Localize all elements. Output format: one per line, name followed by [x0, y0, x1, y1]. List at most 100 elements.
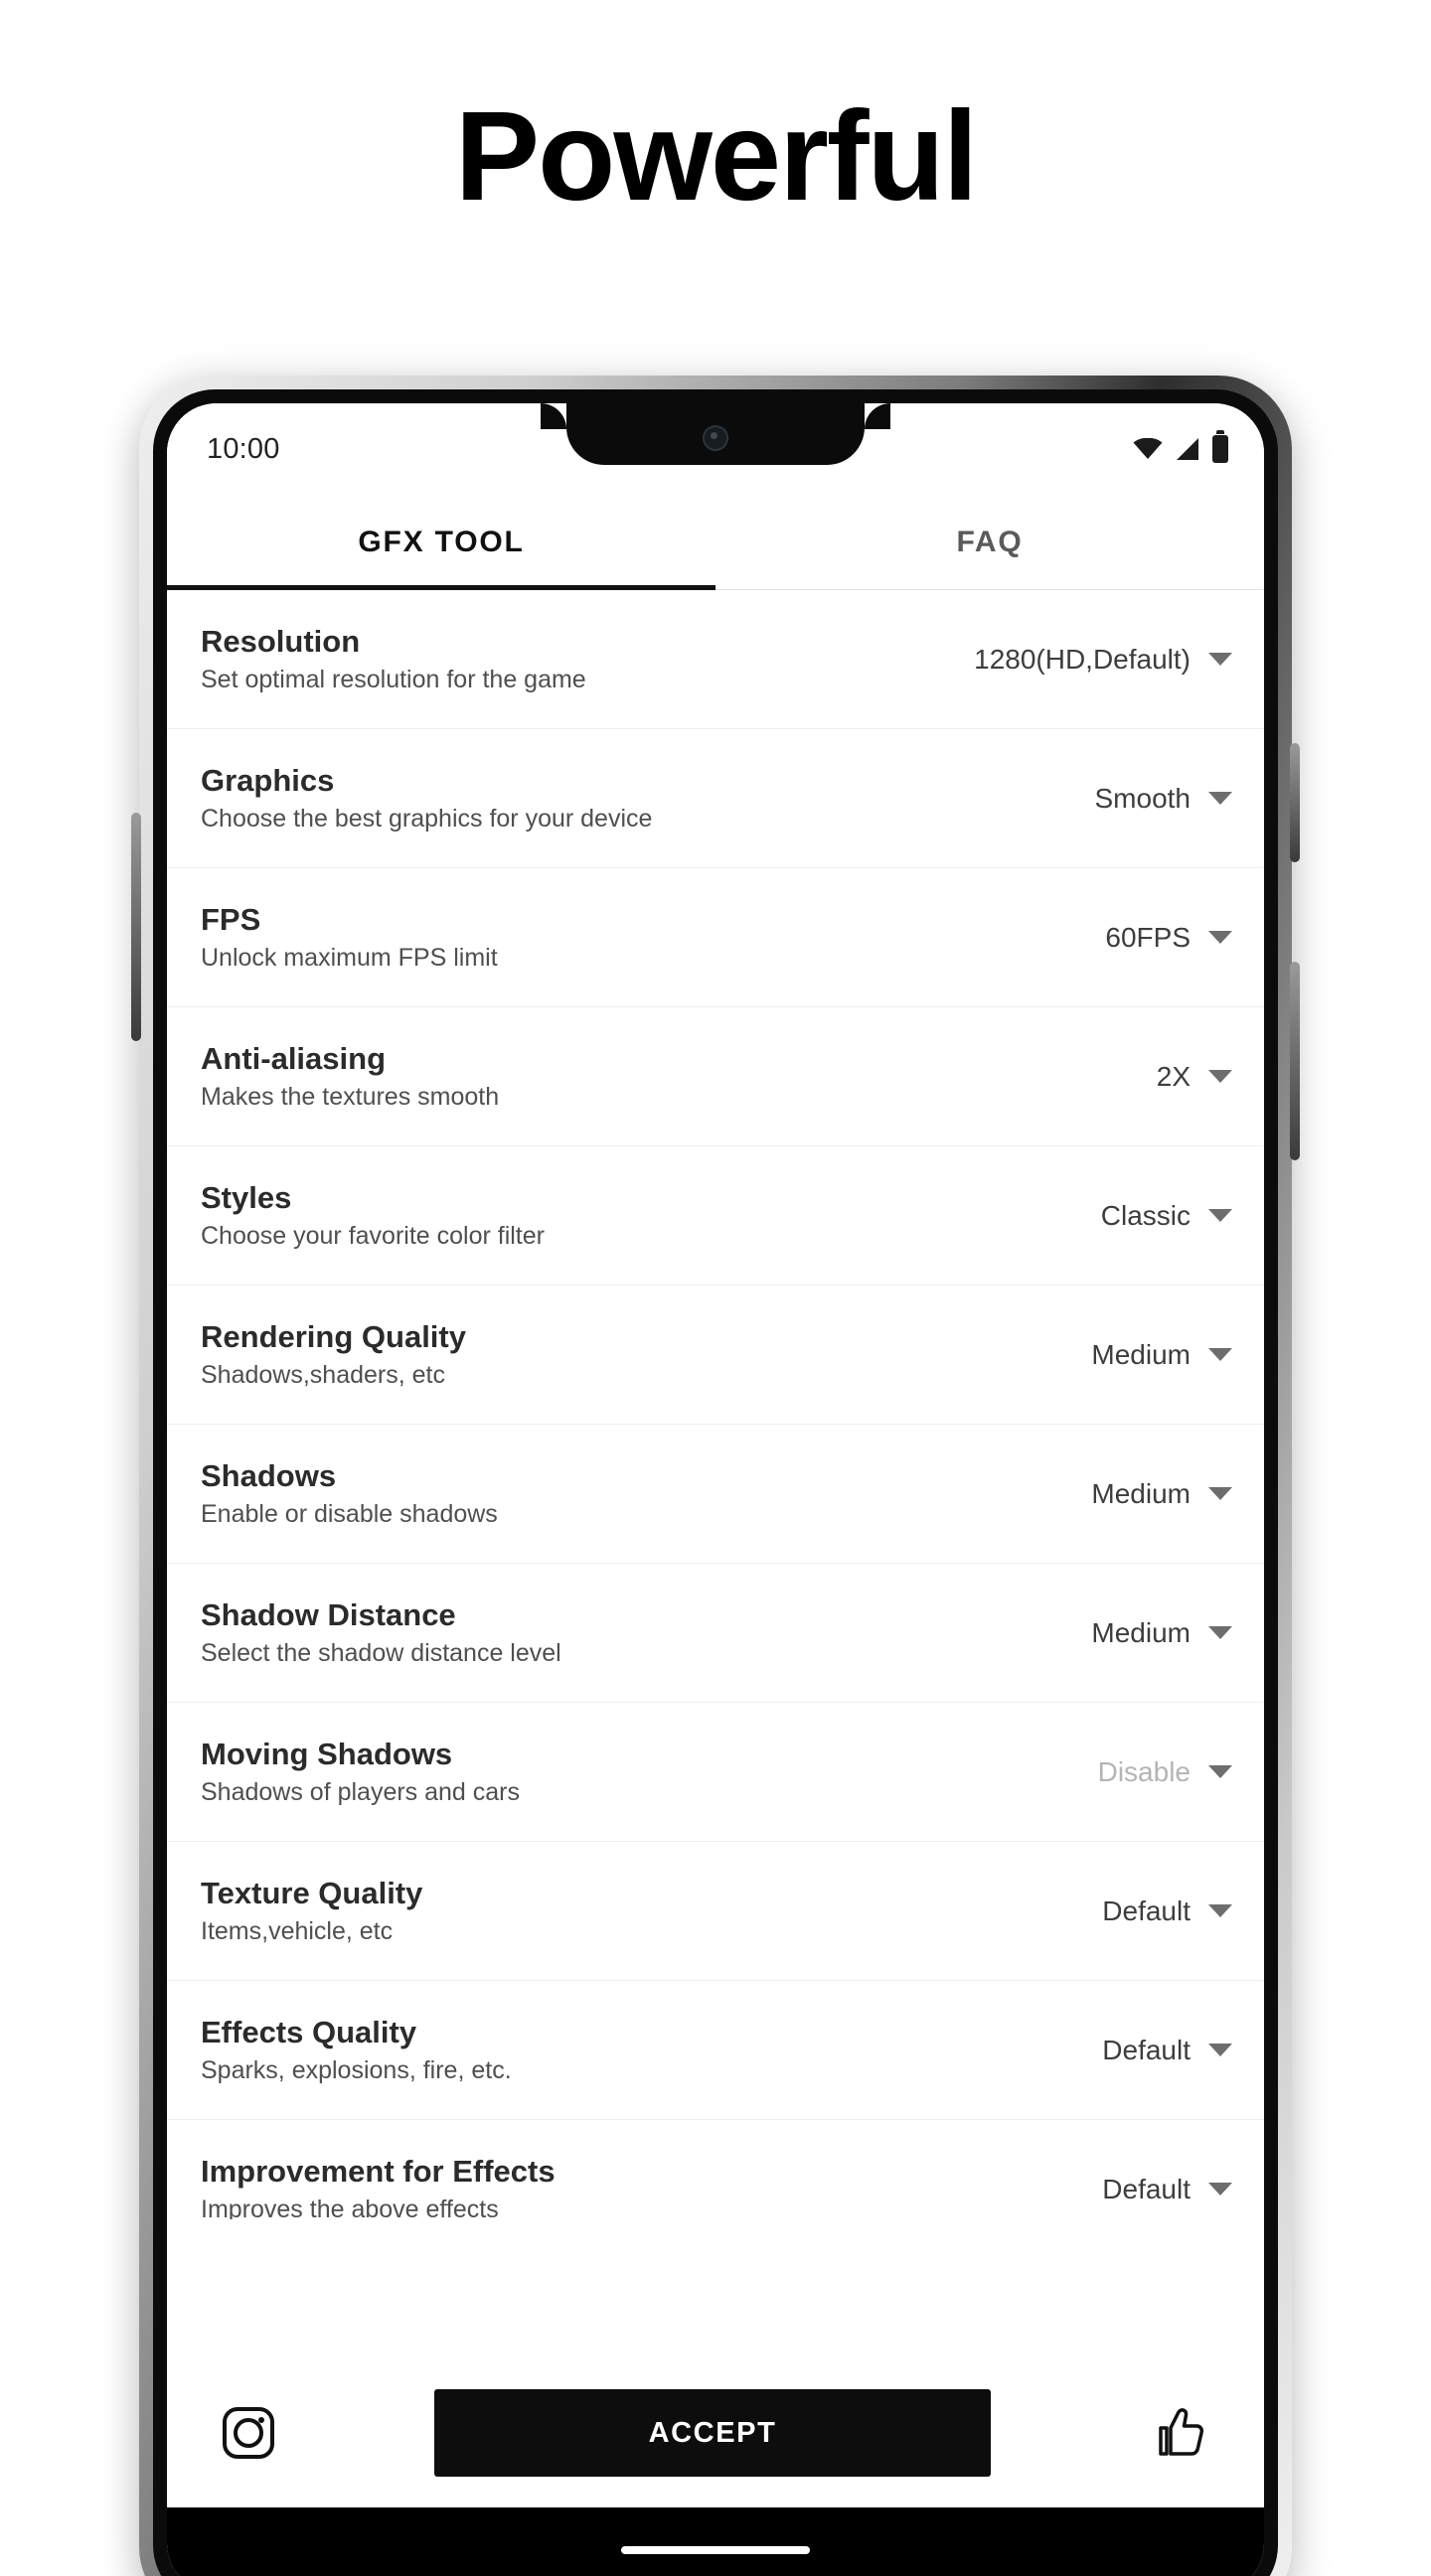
status-time: 10:00: [207, 432, 280, 465]
setting-title: Shadows: [201, 1457, 337, 1493]
chevron-down-icon[interactable]: [1208, 653, 1232, 666]
accept-button-label: ACCEPT: [648, 2416, 777, 2449]
accept-button[interactable]: ACCEPT: [434, 2389, 991, 2477]
system-nav-bar: [167, 2507, 1264, 2576]
setting-dropdown[interactable]: Disable: [1098, 1756, 1236, 1788]
setting-subtitle: Choose your favorite color filter: [201, 1221, 545, 1250]
tab-gfx-tool-label: GFX TOOL: [358, 525, 525, 558]
row-texts: Styles Choose your favorite color filter: [201, 1179, 545, 1251]
setting-value: Default: [1102, 1894, 1191, 1926]
settings-list[interactable]: Resolution Set optimal resolution for th…: [167, 590, 1264, 2219]
row-texts: Texture Quality Items,vehicle, etc: [201, 1875, 423, 1946]
setting-title: Improvement for Effects: [201, 2153, 556, 2189]
row-texts: FPS Unlock maximum FPS limit: [201, 901, 498, 973]
setting-row-resolution[interactable]: Resolution Set optimal resolution for th…: [167, 590, 1264, 729]
setting-title: Graphics: [201, 762, 335, 798]
setting-row-improvement-for-effects[interactable]: Improvement for Effects Improves the abo…: [167, 2120, 1264, 2219]
setting-dropdown[interactable]: Default: [1102, 2035, 1236, 2066]
setting-row-texture-quality[interactable]: Texture Quality Items,vehicle, etc Defau…: [167, 1842, 1264, 1981]
chevron-down-icon[interactable]: [1208, 2183, 1232, 2196]
tab-gfx-tool[interactable]: GFX TOOL: [167, 495, 716, 590]
setting-title: Texture Quality: [201, 1875, 423, 1910]
setting-title: Styles: [201, 1179, 292, 1215]
setting-value: Default: [1102, 2173, 1191, 2204]
setting-value: Disable: [1097, 1755, 1191, 1787]
home-gesture-pill[interactable]: [621, 2546, 810, 2554]
chevron-down-icon[interactable]: [1208, 1904, 1232, 1917]
row-texts: Resolution Set optimal resolution for th…: [201, 623, 586, 694]
volume-button[interactable]: [1290, 962, 1300, 1160]
setting-dropdown[interactable]: Default: [1102, 2174, 1236, 2205]
battery-icon: [1212, 430, 1228, 463]
setting-dropdown[interactable]: 1280(HD,Default): [974, 644, 1236, 676]
setting-row-graphics[interactable]: Graphics Choose the best graphics for yo…: [167, 729, 1264, 868]
setting-row-shadows[interactable]: Shadows Enable or disable shadows Medium: [167, 1425, 1264, 1564]
instagram-icon[interactable]: [223, 2407, 274, 2459]
sim-tray: [131, 813, 141, 1041]
bottom-action-bar: ACCEPT: [167, 2358, 1264, 2507]
setting-subtitle: Select the shadow distance level: [201, 1638, 561, 1667]
chevron-down-icon[interactable]: [1208, 1209, 1232, 1222]
setting-row-rendering-quality[interactable]: Rendering Quality Shadows,shaders, etc M…: [167, 1286, 1264, 1425]
chevron-down-icon[interactable]: [1208, 1626, 1232, 1639]
row-texts: Shadow Distance Select the shadow distan…: [201, 1597, 561, 1668]
chevron-down-icon[interactable]: [1208, 1070, 1232, 1083]
status-icon-group: [1133, 430, 1228, 463]
setting-dropdown[interactable]: Smooth: [1095, 783, 1237, 815]
setting-value: 1280(HD,Default): [974, 643, 1191, 675]
chevron-down-icon[interactable]: [1208, 792, 1232, 805]
setting-row-shadow-distance[interactable]: Shadow Distance Select the shadow distan…: [167, 1564, 1264, 1703]
setting-subtitle: Shadows of players and cars: [201, 1777, 521, 1806]
setting-row-anti-aliasing[interactable]: Anti-aliasing Makes the textures smooth …: [167, 1007, 1264, 1146]
setting-dropdown[interactable]: Classic: [1101, 1200, 1236, 1232]
chevron-down-icon[interactable]: [1208, 1348, 1232, 1361]
setting-subtitle: Unlock maximum FPS limit: [201, 943, 498, 972]
front-camera-icon: [703, 425, 728, 451]
setting-dropdown[interactable]: Medium: [1091, 1339, 1236, 1371]
chevron-down-icon[interactable]: [1208, 931, 1232, 944]
setting-value: Smooth: [1094, 782, 1192, 814]
setting-value: Medium: [1091, 1338, 1191, 1370]
setting-title: Resolution: [201, 623, 361, 659]
setting-value: Medium: [1091, 1477, 1191, 1509]
setting-title: FPS: [201, 901, 261, 937]
tab-faq[interactable]: FAQ: [716, 495, 1264, 589]
phone-screen: 10:00 GFX TOOL FAQ Resolution Set optima…: [167, 403, 1264, 2576]
power-button[interactable]: [1290, 743, 1300, 862]
page-title: Powerful: [454, 85, 979, 227]
setting-title: Anti-aliasing: [201, 1040, 387, 1076]
row-texts: Effects Quality Sparks, explosions, fire…: [201, 2014, 512, 2085]
setting-subtitle: Makes the textures smooth: [201, 1082, 500, 1111]
setting-value: Default: [1102, 2034, 1191, 2065]
row-texts: Improvement for Effects Improves the abo…: [201, 2153, 556, 2219]
setting-subtitle: Items,vehicle, etc: [201, 1916, 394, 1945]
setting-title: Rendering Quality: [201, 1318, 466, 1354]
setting-dropdown[interactable]: 60FPS: [1105, 922, 1236, 954]
row-texts: Rendering Quality Shadows,shaders, etc: [201, 1318, 466, 1390]
setting-row-moving-shadows[interactable]: Moving Shadows Shadows of players and ca…: [167, 1703, 1264, 1842]
setting-value: 2X: [1156, 1060, 1191, 1092]
chevron-down-icon[interactable]: [1208, 1487, 1232, 1500]
setting-value: Medium: [1091, 1616, 1191, 1648]
page-root: Powerful 10:00 GFX TOOL FAQ Resolution S…: [0, 0, 1431, 2576]
setting-dropdown[interactable]: Default: [1102, 1895, 1236, 1927]
setting-row-styles[interactable]: Styles Choose your favorite color filter…: [167, 1146, 1264, 1286]
phone-bezel: 10:00 GFX TOOL FAQ Resolution Set optima…: [153, 389, 1278, 2576]
chevron-down-icon[interactable]: [1208, 1765, 1232, 1778]
setting-row-effects-quality[interactable]: Effects Quality Sparks, explosions, fire…: [167, 1981, 1264, 2120]
setting-value: 60FPS: [1105, 921, 1191, 953]
setting-dropdown[interactable]: Medium: [1091, 1617, 1236, 1649]
setting-row-fps[interactable]: FPS Unlock maximum FPS limit 60FPS: [167, 868, 1264, 1007]
tab-faq-label: FAQ: [956, 525, 1024, 558]
signal-icon: [1177, 438, 1198, 460]
setting-title: Effects Quality: [201, 2014, 417, 2049]
setting-subtitle: Enable or disable shadows: [201, 1499, 498, 1528]
chevron-down-icon[interactable]: [1208, 2044, 1232, 2056]
setting-dropdown[interactable]: 2X: [1157, 1061, 1236, 1093]
setting-subtitle: Choose the best graphics for your device: [201, 804, 653, 833]
tab-bar: GFX TOOL FAQ: [167, 495, 1264, 590]
setting-subtitle: Sparks, explosions, fire, etc.: [201, 2055, 512, 2084]
setting-subtitle: Set optimal resolution for the game: [201, 665, 586, 693]
setting-dropdown[interactable]: Medium: [1091, 1478, 1236, 1510]
thumbs-up-icon[interactable]: [1151, 2404, 1208, 2462]
